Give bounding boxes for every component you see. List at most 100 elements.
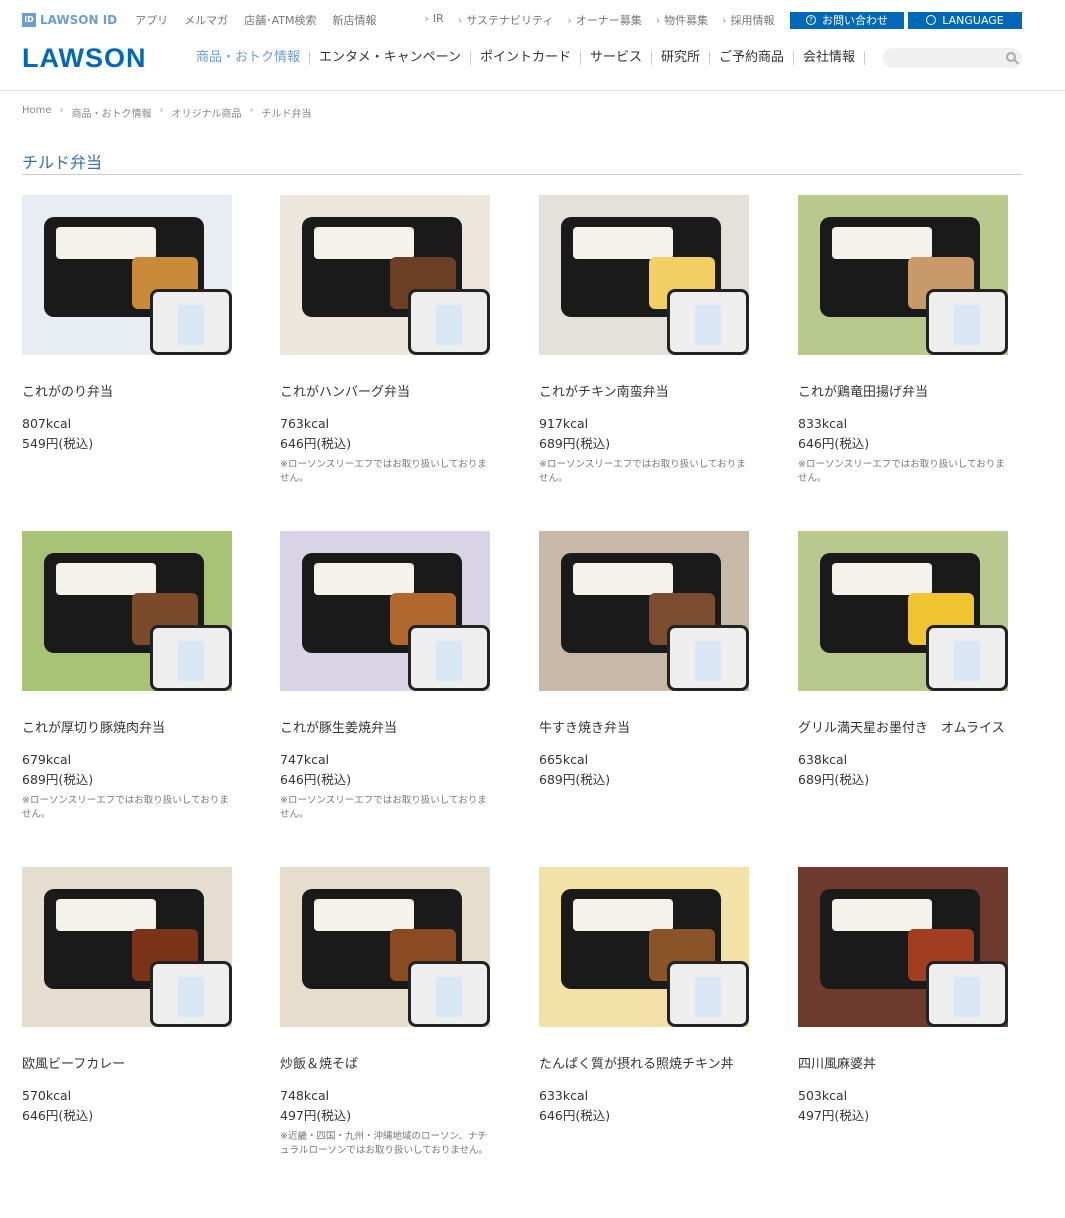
- corporate-link-sustainability[interactable]: サステナビリティ: [458, 12, 553, 28]
- product-card[interactable]: グリル満天星お墨付き オムライス 638kcal 689円(税込): [798, 531, 1022, 794]
- product-image[interactable]: [798, 195, 1008, 355]
- lawson-id-icon: ID: [22, 13, 36, 27]
- util-link-app[interactable]: アプリ: [135, 12, 168, 28]
- product-image[interactable]: [22, 531, 232, 691]
- product-card[interactable]: これがのり弁当 807kcal 549円(税込): [22, 195, 246, 458]
- product-kcal: 807kcal: [22, 416, 72, 431]
- bento-rice: [832, 563, 932, 595]
- product-image[interactable]: [798, 531, 1008, 691]
- header-divider: [0, 90, 1065, 91]
- product-card[interactable]: 欧風ビーフカレー 570kcal 646円(税込): [22, 867, 246, 1130]
- product-card[interactable]: これが鶏竜田揚げ弁当 833kcal 646円(税込) ※ローソンスリーエフでは…: [798, 195, 1022, 486]
- product-card[interactable]: これが豚生姜焼弁当 747kcal 646円(税込) ※ローソンスリーエフではお…: [280, 531, 504, 822]
- main-header: LAWSON 商品・おトク情報 エンタメ・キャンペーン ポイントカード サービス…: [22, 42, 1022, 74]
- product-card[interactable]: 四川風麻婆丼 503kcal 497円(税込): [798, 867, 1022, 1130]
- product-note: ※ローソンスリーエフではお取り扱いしておりません。: [539, 459, 746, 484]
- product-name[interactable]: 牛すき焼き弁当: [539, 717, 763, 736]
- product-price: 689円(税込): [539, 772, 611, 787]
- contact-button[interactable]: ? お問い合わせ: [790, 11, 904, 29]
- nav-service[interactable]: サービス: [581, 51, 653, 65]
- product-card[interactable]: たんぱく質が摂れる照焼チキン丼 633kcal 646円(税込): [539, 867, 763, 1130]
- breadcrumb-current: チルド弁当: [261, 109, 312, 120]
- corporate-links: IR サステナビリティ オーナー募集 物件募集 採用情報: [425, 12, 775, 28]
- nav-products[interactable]: 商品・おトク情報: [196, 51, 311, 65]
- product-price: 689円(税込): [798, 772, 870, 787]
- util-link-mailmag[interactable]: メルマガ: [184, 12, 228, 28]
- package-label: [436, 305, 462, 345]
- package-label: [695, 305, 721, 345]
- product-kcal: 747kcal: [280, 752, 330, 767]
- product-name[interactable]: グリル満天星お墨付き オムライス: [798, 717, 1022, 736]
- product-image[interactable]: [280, 531, 490, 691]
- product-price: 497円(税込): [798, 1108, 870, 1123]
- package-label: [178, 977, 204, 1017]
- product-name[interactable]: これがチキン南蛮弁当: [539, 381, 763, 400]
- package-label: [436, 977, 462, 1017]
- breadcrumb-products[interactable]: 商品・おトク情報: [72, 105, 152, 120]
- lawson-id-label: LAWSON ID: [40, 13, 118, 27]
- product-name[interactable]: 四川風麻婆丼: [798, 1053, 1022, 1072]
- bento-rice: [573, 227, 673, 259]
- product-image[interactable]: [22, 867, 232, 1027]
- breadcrumb-original[interactable]: オリジナル商品: [172, 105, 242, 120]
- nav-pointcard[interactable]: ポイントカード: [471, 51, 581, 65]
- util-link-store-search[interactable]: 店舗･ATM検索: [244, 12, 316, 28]
- util-link-new-stores[interactable]: 新店情報: [333, 12, 377, 28]
- package-label: [695, 641, 721, 681]
- corporate-link-ir[interactable]: IR: [425, 12, 444, 28]
- product-name[interactable]: これが鶏竜田揚げ弁当: [798, 381, 1022, 400]
- bento-rice: [832, 899, 932, 931]
- product-name[interactable]: これが豚生姜焼弁当: [280, 717, 504, 736]
- corporate-link-recruit[interactable]: 採用情報: [722, 12, 775, 28]
- product-image[interactable]: [539, 531, 749, 691]
- product-note: ※ローソンスリーエフではお取り扱いしておりません。: [280, 459, 487, 484]
- product-price: 646円(税込): [280, 772, 352, 787]
- product-kcal: 638kcal: [798, 752, 848, 767]
- product-name[interactable]: これがのり弁当: [22, 381, 246, 400]
- package-label: [695, 977, 721, 1017]
- product-name[interactable]: これがハンバーグ弁当: [280, 381, 504, 400]
- product-image[interactable]: [539, 195, 749, 355]
- product-kcal: 679kcal: [22, 752, 72, 767]
- product-name[interactable]: 炒飯＆焼そば: [280, 1053, 504, 1072]
- chevron-right-icon: ›: [59, 105, 64, 116]
- contact-label: お問い合わせ: [822, 14, 888, 27]
- lawson-id-link[interactable]: ID LAWSON ID: [22, 13, 117, 27]
- product-note: ※近畿・四国・九州・沖縄地域のローソン、ナチュラルローソンではお取り扱いしており…: [280, 1131, 489, 1156]
- package-label: [178, 305, 204, 345]
- product-image[interactable]: [280, 867, 490, 1027]
- product-card[interactable]: これが厚切り豚焼肉弁当 679kcal 689円(税込) ※ローソンスリーエフで…: [22, 531, 246, 822]
- breadcrumb: Home › 商品・おトク情報 › オリジナル商品 › チルド弁当: [22, 105, 312, 120]
- product-note: ※ローソンスリーエフではお取り扱いしておりません。: [22, 795, 229, 820]
- breadcrumb-home[interactable]: Home: [22, 105, 52, 120]
- product-image[interactable]: [539, 867, 749, 1027]
- search-icon[interactable]: [1006, 52, 1016, 62]
- product-kcal: 748kcal: [280, 1088, 330, 1103]
- product-image[interactable]: [798, 867, 1008, 1027]
- product-name[interactable]: これが厚切り豚焼肉弁当: [22, 717, 246, 736]
- chevron-right-icon: ›: [159, 105, 164, 116]
- product-kcal: 917kcal: [539, 416, 589, 431]
- product-kcal: 503kcal: [798, 1088, 848, 1103]
- bento-rice: [573, 563, 673, 595]
- corporate-link-property[interactable]: 物件募集: [656, 12, 708, 28]
- bento-rice: [56, 563, 156, 595]
- bento-rice: [573, 899, 673, 931]
- corporate-link-owner[interactable]: オーナー募集: [567, 12, 642, 28]
- nav-entertainment[interactable]: エンタメ・キャンペーン: [310, 51, 471, 65]
- search-box: [883, 48, 1022, 68]
- search-input[interactable]: [893, 50, 1003, 66]
- language-button[interactable]: LANGUAGE: [908, 11, 1022, 29]
- product-name[interactable]: 欧風ビーフカレー: [22, 1053, 246, 1072]
- nav-lab[interactable]: 研究所: [652, 51, 711, 65]
- product-name[interactable]: たんぱく質が摂れる照焼チキン丼: [539, 1053, 763, 1072]
- product-card[interactable]: 牛すき焼き弁当 665kcal 689円(税込): [539, 531, 763, 794]
- nav-company[interactable]: 会社情報: [794, 51, 866, 65]
- product-card[interactable]: これがハンバーグ弁当 763kcal 646円(税込) ※ローソンスリーエフでは…: [280, 195, 504, 486]
- product-card[interactable]: これがチキン南蛮弁当 917kcal 689円(税込) ※ローソンスリーエフでは…: [539, 195, 763, 486]
- product-image[interactable]: [22, 195, 232, 355]
- nav-reservation[interactable]: ご予約商品: [710, 51, 795, 65]
- product-image[interactable]: [280, 195, 490, 355]
- lawson-logo[interactable]: LAWSON: [22, 43, 196, 74]
- product-card[interactable]: 炒飯＆焼そば 748kcal 497円(税込) ※近畿・四国・九州・沖縄地域のロ…: [280, 867, 504, 1158]
